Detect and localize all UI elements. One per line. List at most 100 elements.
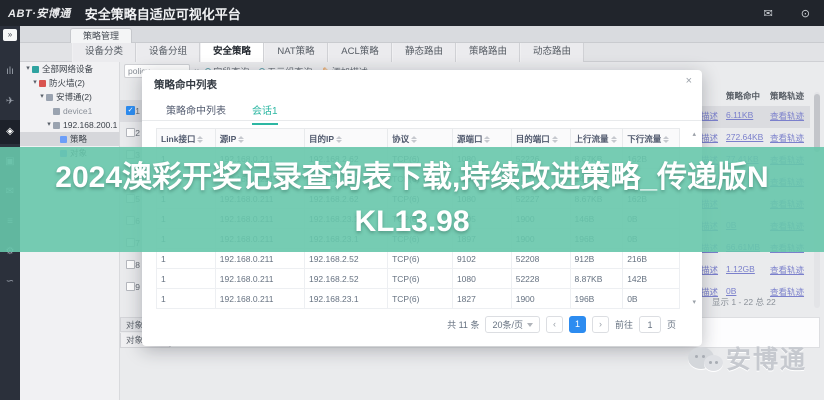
session-col-header[interactable]: 上行流量 xyxy=(570,129,623,149)
view-track-link[interactable]: 查看轨迹 xyxy=(770,264,804,276)
device-icon xyxy=(53,122,60,129)
sort-carets-icon[interactable] xyxy=(197,136,203,143)
view-track-link[interactable]: 查看轨迹 xyxy=(770,110,804,122)
tree-item-label: device1 xyxy=(63,104,92,118)
session-col-header[interactable]: 协议 xyxy=(388,129,453,149)
session-cell: TCP(6) xyxy=(388,289,453,309)
sort-carets-icon[interactable] xyxy=(336,136,342,143)
chat-bubbles-logo-icon xyxy=(688,347,714,369)
prev-page-button[interactable]: ‹ xyxy=(546,316,563,333)
brand-logo: ABT·安博通 xyxy=(8,5,71,21)
tab-静态路由[interactable]: 静态路由 xyxy=(392,43,456,62)
tree-expand-icon[interactable]: ▾ xyxy=(45,118,53,132)
tree-item-5[interactable]: ▾192.168.200.1 xyxy=(20,118,119,132)
goto-page-input[interactable] xyxy=(639,316,661,333)
col-header-track: 策略轨迹 xyxy=(770,90,804,102)
row-number: 2 xyxy=(122,122,140,144)
session-col-header[interactable]: 源端口 xyxy=(452,129,511,149)
session-cell: 196B xyxy=(570,289,623,309)
row-number: 9 xyxy=(122,276,140,298)
row-number: 1 xyxy=(122,100,140,122)
tree-item-1[interactable]: ▾全部网络设备 xyxy=(20,62,119,76)
monitor-chart-icon[interactable]: ılı xyxy=(0,60,20,84)
message-bubble-icon[interactable]: ✉ xyxy=(764,7,773,20)
session-col-header[interactable]: Link接口 xyxy=(157,129,216,149)
session-row[interactable]: 1192.168.0.211192.168.23.1TCP(6)18271900… xyxy=(157,289,680,309)
row-number: 8 xyxy=(122,254,140,276)
policy-hit-link[interactable]: 272.64KB xyxy=(726,132,763,142)
app-title: 安全策略自适应可视化平台 xyxy=(85,4,241,23)
page-tab-policy-management[interactable]: 策略管理 xyxy=(70,28,132,43)
watermark-text: 安博通 xyxy=(726,340,807,376)
network-icon xyxy=(32,66,39,73)
tree-item-2[interactable]: ▾防火墙(2) xyxy=(20,76,119,90)
sort-carets-icon[interactable] xyxy=(663,136,669,143)
session-cell: 1 xyxy=(157,289,216,309)
modal-title: 策略命中列表 xyxy=(154,77,217,92)
session-col-header[interactable]: 目的IP xyxy=(304,129,387,149)
scrollbar-thumb[interactable] xyxy=(814,94,820,152)
overlay-banner: 2024澳彩开奖记录查询表下载,持续改进策略_传递版N KL13.98 xyxy=(0,147,824,252)
app-root: ABT·安博通 安全策略自适应可视化平台 ✉ ⊙ » ılı✈◈▣✉≡⚙∽ 策略… xyxy=(0,0,824,400)
session-cell: TCP(6) xyxy=(388,269,453,289)
sort-carets-icon[interactable] xyxy=(611,136,617,143)
per-page-value: 20条/页 xyxy=(492,318,523,331)
tab-动态路由[interactable]: 动态路由 xyxy=(520,43,584,62)
header-label: 源端口 xyxy=(457,134,483,144)
session-col-header[interactable]: 下行流量 xyxy=(623,129,680,149)
power-icon[interactable]: ⊙ xyxy=(801,7,810,20)
modal-tab-会话1[interactable]: 会话1 xyxy=(252,102,278,125)
modal-tab-策略命中列表[interactable]: 策略命中列表 xyxy=(166,102,226,125)
session-col-header[interactable]: 目的端口 xyxy=(511,129,570,149)
modal-tab-divider xyxy=(142,120,702,121)
tree-item-4[interactable]: device1 xyxy=(20,104,119,118)
header-label: 源IP xyxy=(220,134,237,144)
tree-item-label: 策略 xyxy=(70,132,87,146)
tree-expand-icon[interactable]: ▾ xyxy=(24,62,32,76)
session-cell: 1827 xyxy=(452,289,511,309)
header-label: 协议 xyxy=(392,134,409,144)
modal-pagination: 共 11 条 20条/页 ‹ 1 › 前往 页 xyxy=(447,316,676,333)
sort-carets-icon[interactable] xyxy=(552,136,558,143)
device-icon xyxy=(53,108,60,115)
session-cell: 1900 xyxy=(511,289,570,309)
sort-carets-icon[interactable] xyxy=(484,136,490,143)
policy-tag-icon[interactable]: ◈ xyxy=(0,120,20,144)
modal-close-icon[interactable]: × xyxy=(686,75,692,87)
table-scroll-up-icon[interactable]: ▴ xyxy=(692,130,696,138)
tab-设备分组[interactable]: 设备分组 xyxy=(136,43,200,62)
table-scroll-down-icon[interactable]: ▾ xyxy=(692,298,696,306)
top-bar: ABT·安博通 安全策略自适应可视化平台 ✉ ⊙ xyxy=(0,0,824,26)
policy-hit-link[interactable]: 6.11KB xyxy=(726,110,753,120)
next-page-button[interactable]: › xyxy=(592,316,609,333)
header-label: 下行流量 xyxy=(627,134,661,144)
tab-NAT策略[interactable]: NAT策略 xyxy=(264,43,328,62)
tree-expand-icon[interactable]: ▾ xyxy=(38,90,46,104)
sort-carets-icon[interactable] xyxy=(411,136,417,143)
policy-hit-link[interactable]: 0B xyxy=(726,286,736,296)
session-cell: 192.168.23.1 xyxy=(304,289,387,309)
tab-设备分类[interactable]: 设备分类 xyxy=(72,43,136,62)
pin-icon[interactable]: ✈ xyxy=(0,90,20,114)
report-chart-icon[interactable]: ∽ xyxy=(0,270,20,294)
expand-sidebar-button[interactable]: » xyxy=(3,29,17,41)
tree-item-3[interactable]: ▾安博通(2) xyxy=(20,90,119,104)
tab-安全策略[interactable]: 安全策略 xyxy=(200,43,264,62)
session-cell: 8.87KB xyxy=(570,269,623,289)
header-label: 上行流量 xyxy=(575,134,609,144)
tab-策略路由[interactable]: 策略路由 xyxy=(456,43,520,62)
goto-suffix-label: 页 xyxy=(667,318,676,331)
module-tab-row: 设备分类设备分组安全策略NAT策略ACL策略静态路由策略路由动态路由 xyxy=(20,43,824,62)
per-page-select[interactable]: 20条/页 xyxy=(485,316,540,333)
secondary-bar: 策略管理 xyxy=(20,26,824,43)
session-col-header[interactable]: 源IP xyxy=(215,129,304,149)
policy-hit-link[interactable]: 1.12GB xyxy=(726,264,755,274)
tree-item-6[interactable]: 策略 xyxy=(20,132,119,146)
tree-expand-icon[interactable]: ▾ xyxy=(31,76,39,90)
firewall-icon xyxy=(39,80,46,87)
page-1-button[interactable]: 1 xyxy=(569,316,586,333)
session-row[interactable]: 1192.168.0.211192.168.2.52TCP(6)10805222… xyxy=(157,269,680,289)
sort-carets-icon[interactable] xyxy=(238,136,244,143)
view-track-link[interactable]: 查看轨迹 xyxy=(770,132,804,144)
tab-ACL策略[interactable]: ACL策略 xyxy=(328,43,392,62)
